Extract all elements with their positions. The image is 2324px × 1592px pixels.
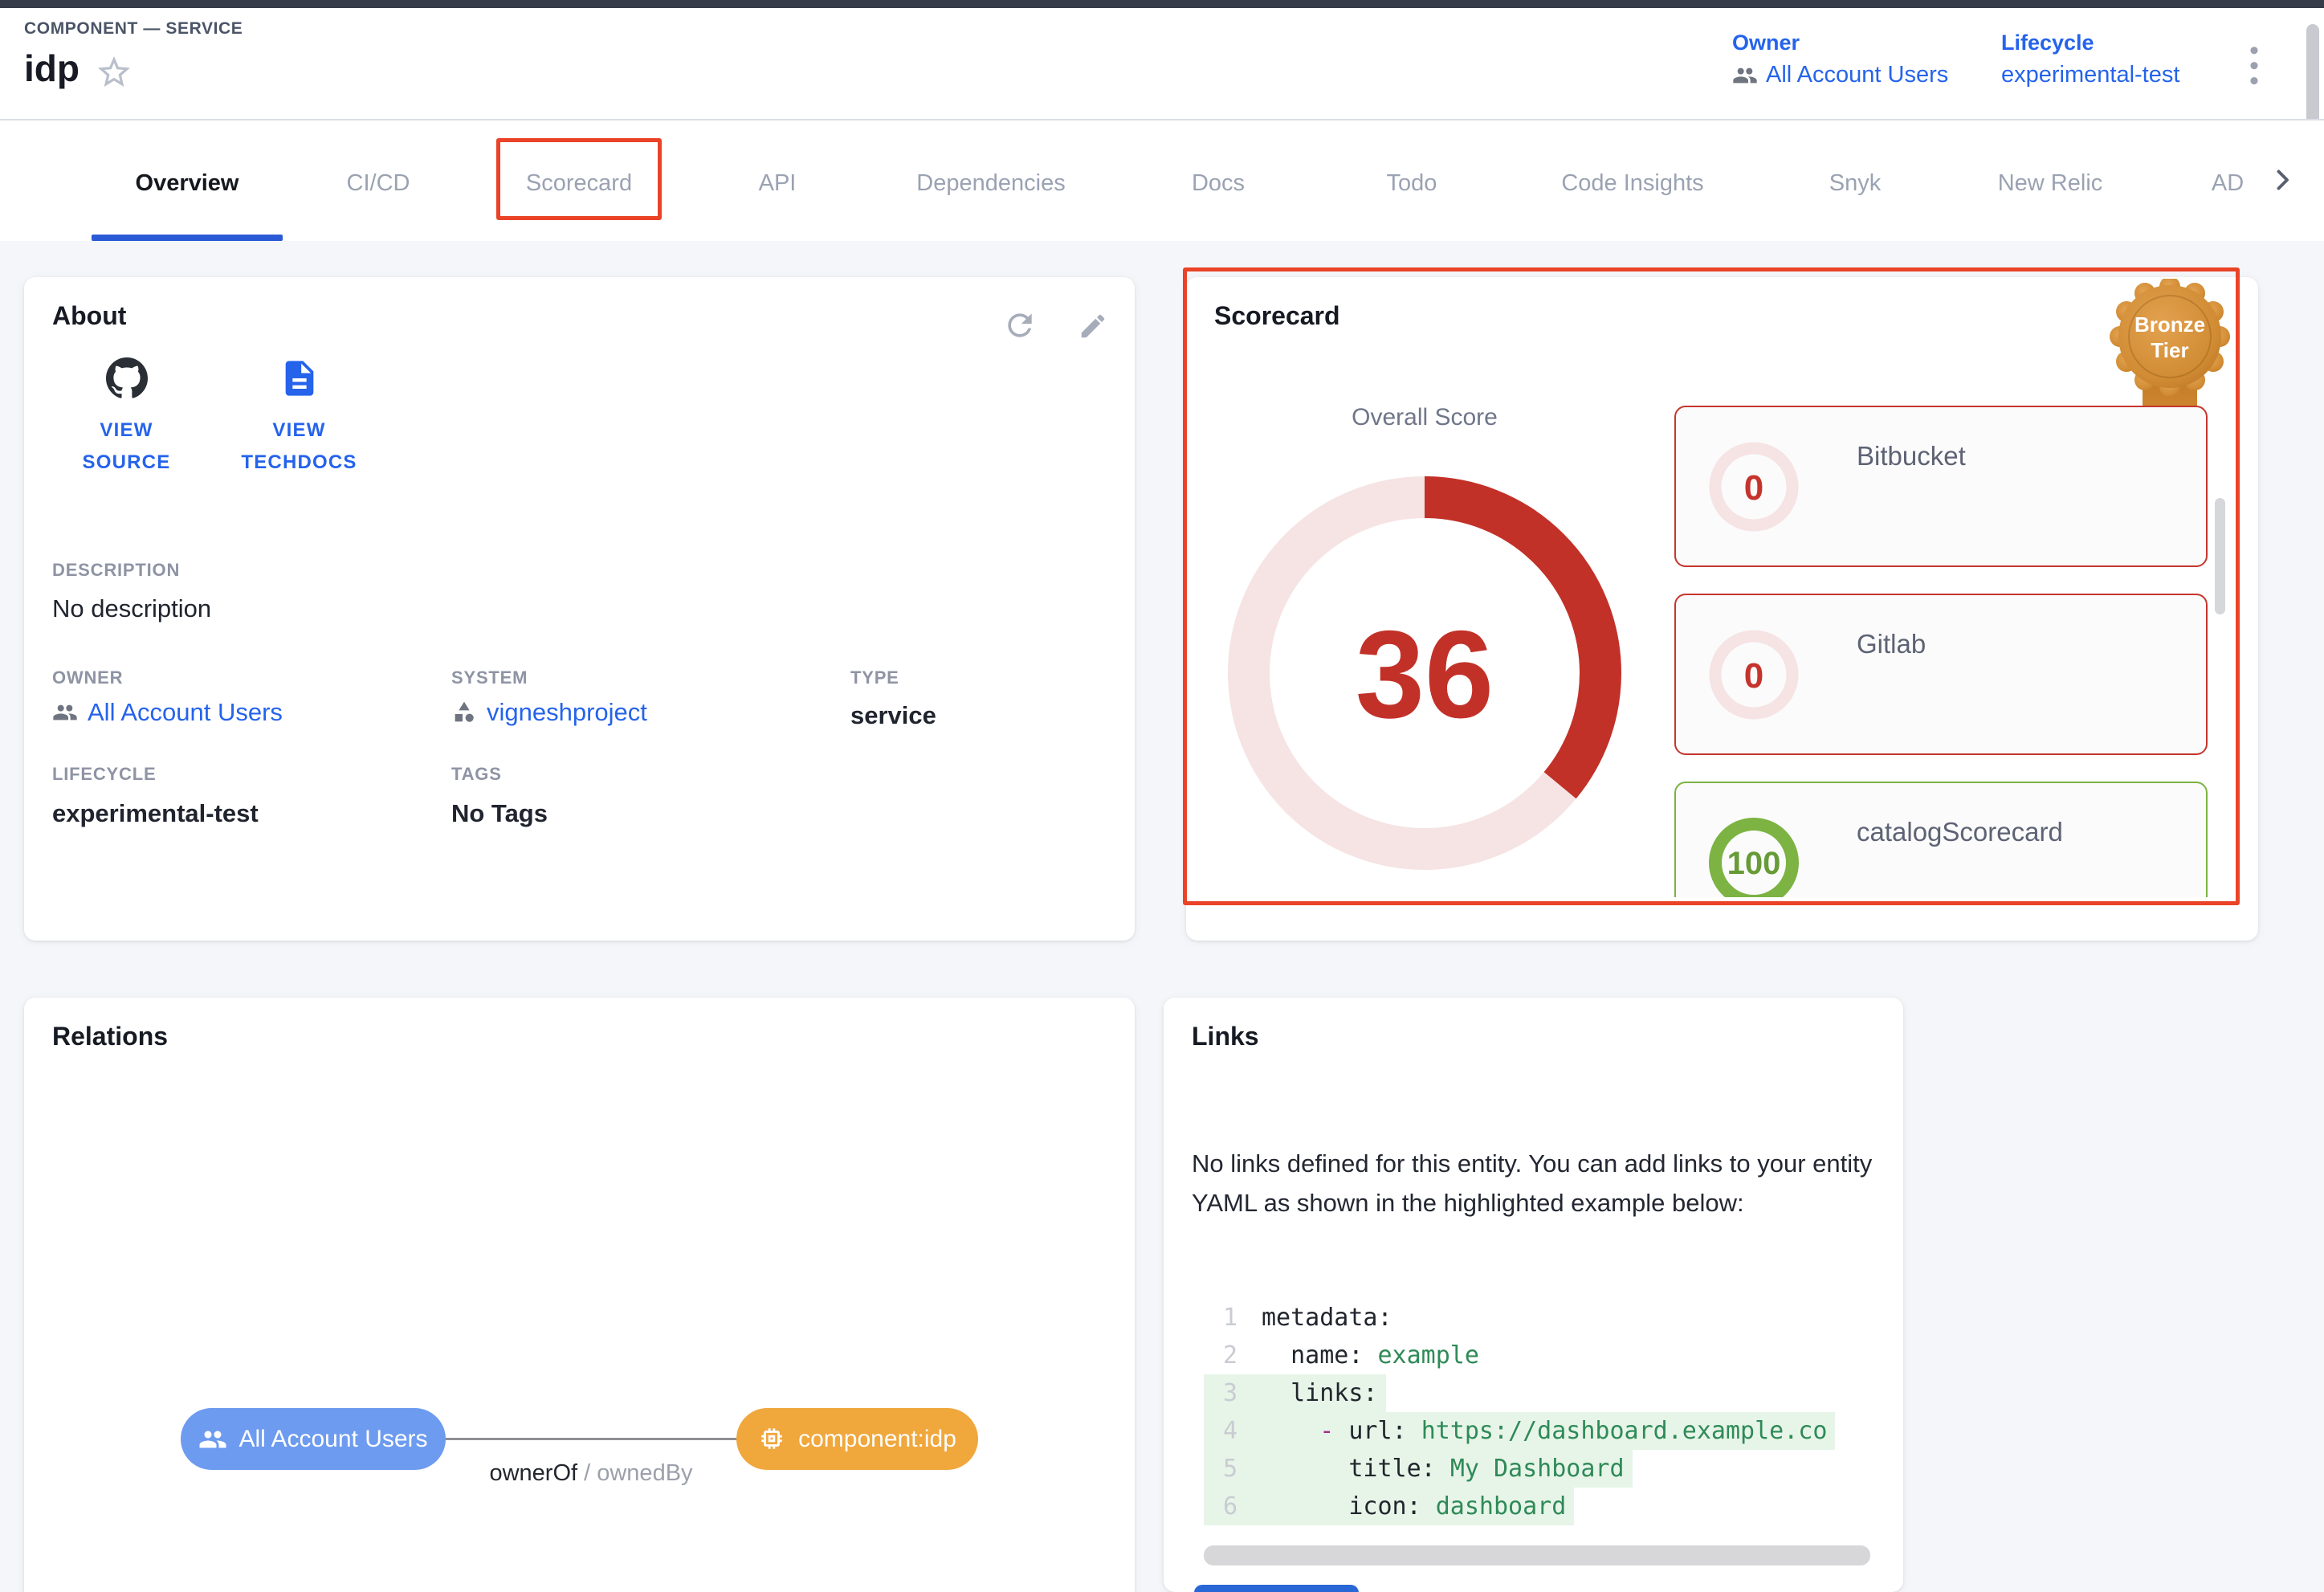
edit-pencil-icon[interactable] <box>1078 311 1108 341</box>
top-window-bar <box>0 0 2324 8</box>
scorecard-card-title: Scorecard <box>1214 301 1340 331</box>
partially-visible-action-button[interactable] <box>1194 1585 1359 1592</box>
group-icon <box>52 700 78 725</box>
favorite-star-icon[interactable] <box>95 53 133 92</box>
svg-text:0: 0 <box>1744 656 1763 696</box>
code-line-highlighted: 6 icon: dashboard <box>1204 1488 1574 1525</box>
tab-cicd[interactable]: CI/CD <box>347 170 410 197</box>
relations-card: Relations All Account Users component:id… <box>24 998 1135 1592</box>
badge-line1: Bronze <box>2134 312 2205 337</box>
techdocs-icon <box>279 357 320 399</box>
view-techdocs-label: VIEW TECHDOCS <box>213 414 385 479</box>
scorecard-list-scrollbar[interactable] <box>2215 498 2225 614</box>
type-field-label: TYPE <box>850 667 899 688</box>
lifecycle-field-label: LIFECYCLE <box>52 764 156 785</box>
about-card: About VIEW SOURCE VIEW TECHDOCS DE <box>24 277 1135 941</box>
owner-field-link[interactable]: All Account Users <box>52 698 283 727</box>
tab-todo[interactable]: Todo <box>1387 170 1437 197</box>
relation-node-label: component:idp <box>798 1426 956 1453</box>
about-card-title: About <box>52 301 126 331</box>
relation-node-component[interactable]: component:idp <box>736 1408 978 1470</box>
relation-node-owner[interactable]: All Account Users <box>181 1408 446 1470</box>
scorecard-item-bitbucket[interactable]: 0 Bitbucket <box>1674 406 2208 567</box>
overall-score-donut: 36 <box>1228 476 1621 870</box>
group-icon <box>1732 63 1758 88</box>
system-field-link[interactable]: vigneshproject <box>451 698 647 727</box>
scorecard-item-name: Bitbucket <box>1857 441 1966 471</box>
scorecard-item-catalogscorecard[interactable]: 100 catalogScorecard <box>1674 782 2208 897</box>
tabs-scroll-right-chevron-icon[interactable] <box>2268 165 2297 194</box>
tab-scorecard[interactable]: Scorecard <box>526 170 632 197</box>
tab-snyk[interactable]: Snyk <box>1829 170 1881 197</box>
tab-overflow-truncated[interactable]: AD <box>2212 170 2244 197</box>
description-label: DESCRIPTION <box>52 560 180 581</box>
tab-api[interactable]: API <box>759 170 797 197</box>
lifecycle-label: Lifecycle <box>2001 31 2179 55</box>
group-icon <box>198 1425 227 1454</box>
relation-node-label: All Account Users <box>239 1426 427 1453</box>
yaml-example-code: 1metadata: 2 name: example 3 links: 4 - … <box>1204 1299 1877 1525</box>
code-horizontal-scrollbar[interactable] <box>1204 1545 1870 1565</box>
tags-field-label: TAGS <box>451 764 502 785</box>
chip-icon <box>758 1425 787 1454</box>
code-line-highlighted: 4 - url: https://dashboard.example.co <box>1204 1412 1835 1450</box>
page-title: idp <box>24 47 80 90</box>
scorecard-item-name: catalogScorecard <box>1857 817 2063 847</box>
tab-docs[interactable]: Docs <box>1192 170 1245 197</box>
links-card: Links No links defined for this entity. … <box>1164 998 1903 1592</box>
entity-overview-page: COMPONENT — SERVICE idp Owner All Accoun… <box>0 0 2324 1592</box>
owner-field-label: OWNER <box>52 667 123 688</box>
scorecard-item-name: Gitlab <box>1857 629 1926 659</box>
code-line-highlighted: 5 title: My Dashboard <box>1204 1450 1633 1488</box>
entity-tabs: Overview CI/CD Scorecard API Dependencie… <box>0 120 2324 241</box>
view-source-link[interactable]: VIEW SOURCE <box>40 357 213 479</box>
lifecycle-value: experimental-test <box>2001 62 2179 88</box>
lifecycle-meta: Lifecycle experimental-test <box>2001 31 2179 88</box>
overall-score-label: Overall Score <box>1264 404 1585 431</box>
links-card-title: Links <box>1192 1022 1259 1051</box>
lifecycle-field-value: experimental-test <box>52 799 259 828</box>
tab-overview[interactable]: Overview <box>136 170 239 197</box>
svg-text:0: 0 <box>1744 468 1763 508</box>
category-icon <box>451 700 477 725</box>
refresh-icon[interactable] <box>1002 308 1038 343</box>
overall-score-value: 36 <box>1356 605 1494 744</box>
type-field-value: service <box>850 701 936 730</box>
relation-edge <box>446 1438 736 1440</box>
view-techdocs-link[interactable]: VIEW TECHDOCS <box>213 357 385 479</box>
system-field-label: SYSTEM <box>451 667 528 688</box>
badge-line2: Tier <box>2151 338 2188 362</box>
more-options-kebab-icon[interactable] <box>2240 42 2268 92</box>
owner-label: Owner <box>1732 31 1948 55</box>
github-icon <box>106 357 148 399</box>
tab-new-relic[interactable]: New Relic <box>1998 170 2103 197</box>
view-source-label: VIEW SOURCE <box>40 414 213 479</box>
scorecard-card: Scorecard <box>1186 277 2258 941</box>
code-line: 2 name: example <box>1204 1337 1487 1374</box>
bitbucket-score-donut: 0 <box>1706 439 1801 534</box>
scorecard-item-list: 0 Bitbucket 0 Gitlab 100 <box>1668 398 2222 897</box>
description-value: No description <box>52 594 211 623</box>
breadcrumb: COMPONENT — SERVICE <box>24 19 243 39</box>
tab-dependencies[interactable]: Dependencies <box>916 170 1065 197</box>
tab-code-insights[interactable]: Code Insights <box>1561 170 1703 197</box>
svg-text:100: 100 <box>1727 846 1781 881</box>
catalogscorecard-score-donut: 100 <box>1706 815 1801 897</box>
owner-meta: Owner All Account Users <box>1732 31 1948 88</box>
scorecard-item-gitlab[interactable]: 0 Gitlab <box>1674 594 2208 755</box>
relation-edge-label: ownerOf / ownedBy <box>430 1460 752 1487</box>
links-empty-text: No links defined for this entity. You ca… <box>1192 1145 1878 1223</box>
code-line: 1metadata: <box>1204 1299 1401 1337</box>
active-tab-indicator <box>92 235 283 241</box>
relations-card-title: Relations <box>52 1022 168 1051</box>
owner-link[interactable]: All Account Users <box>1732 62 1948 88</box>
gitlab-score-donut: 0 <box>1706 627 1801 722</box>
tags-field-value: No Tags <box>451 799 548 828</box>
page-header: COMPONENT — SERVICE idp Owner All Accoun… <box>0 8 2324 119</box>
code-line-highlighted: 3 links: <box>1204 1374 1386 1412</box>
